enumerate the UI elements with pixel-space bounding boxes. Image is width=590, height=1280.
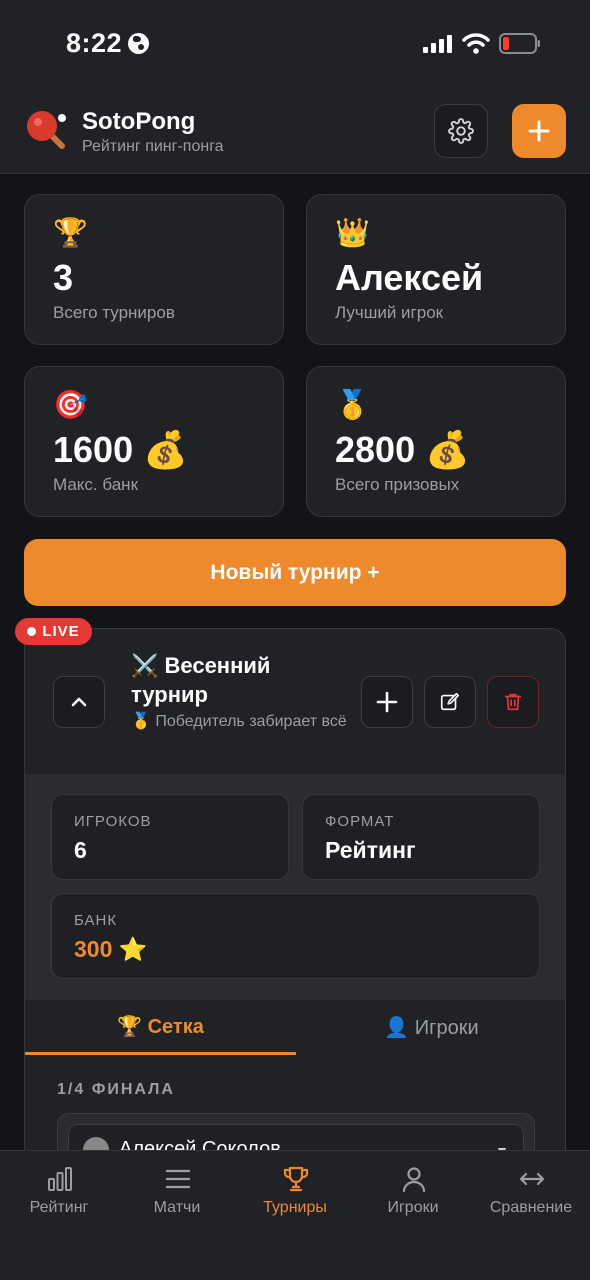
bar-chart-icon — [48, 1167, 72, 1191]
time-text: 8:22 — [66, 28, 123, 58]
tournament-info: ИГРОКОВ 6 ФОРМАТ Рейтинг БАНК 300 ⭐ — [25, 774, 565, 1000]
tab-players[interactable]: 👤 Игроки — [296, 1000, 565, 1055]
globe-icon — [128, 33, 150, 54]
edit-icon — [440, 692, 460, 711]
stat-value: 3 — [53, 257, 74, 298]
cellular-signal-icon — [423, 35, 452, 53]
tournament-card: ⚔️ Весенний турнир 🥇 Победитель забирает… — [24, 628, 566, 1168]
user-icon — [402, 1167, 426, 1193]
app-header: SotoPong Рейтинг пинг-понга — [0, 88, 590, 174]
stat-card-best-player: 👑 Алексей Лучший игрок — [306, 194, 566, 345]
app-subtitle: Рейтинг пинг-понга — [82, 138, 224, 155]
nav-item-matches[interactable]: Матчи — [118, 1151, 236, 1241]
trash-icon — [504, 693, 522, 711]
players-value: 6 — [74, 837, 87, 863]
status-bar: 8:22 — [0, 0, 590, 88]
stat-card-total-tournaments: 🏆 3 Всего турниров — [24, 194, 284, 345]
plus-icon — [376, 691, 398, 713]
nav-label: Турниры — [263, 1199, 327, 1216]
tournament-title: ⚔️ Весенний турнир — [131, 653, 271, 707]
format-label: ФОРМАТ — [325, 813, 395, 830]
nav-item-tournaments[interactable]: Турниры — [236, 1151, 354, 1241]
stat-label: Лучший игрок — [335, 303, 444, 322]
nav-item-players[interactable]: Игроки — [354, 1151, 472, 1241]
nav-label: Матчи — [153, 1199, 201, 1216]
wifi-icon — [462, 33, 490, 54]
delete-tournament-button[interactable] — [487, 676, 539, 728]
target-icon: 🎯 — [53, 389, 88, 420]
players-count-box: ИГРОКОВ 6 — [51, 794, 289, 880]
trophy-icon — [283, 1166, 309, 1192]
collapse-button[interactable] — [53, 676, 105, 728]
bottom-nav: Рейтинг Матчи Турниры Игроки Сравнение — [0, 1150, 590, 1280]
settings-button[interactable] — [434, 104, 488, 158]
format-value: Рейтинг — [325, 837, 416, 863]
format-box: ФОРМАТ Рейтинг — [302, 794, 540, 880]
trophy-icon: 🏆 — [53, 217, 88, 248]
crown-icon: 👑 — [335, 217, 370, 248]
bank-value: 300 ⭐ — [74, 936, 148, 962]
battery-low-icon — [499, 33, 540, 54]
menu-icon — [165, 1169, 191, 1189]
medal-icon: 🥇 — [335, 389, 370, 420]
live-dot-icon — [27, 627, 37, 636]
live-label: LIVE — [42, 623, 80, 640]
stat-label: Всего призовых — [335, 475, 460, 494]
nav-label: Игроки — [387, 1199, 439, 1216]
live-badge: LIVE — [15, 618, 92, 645]
edit-tournament-button[interactable] — [424, 676, 476, 728]
tournament-subtitle: 🥇 Победитель забирает всё — [131, 713, 347, 730]
players-label: ИГРОКОВ — [74, 813, 152, 830]
nav-item-rating[interactable]: Рейтинг — [0, 1151, 118, 1241]
stat-label: Всего турниров — [53, 303, 175, 322]
chevron-up-icon — [71, 697, 87, 707]
stat-value: 2800 💰 — [335, 429, 470, 470]
status-time: 8:22 — [66, 28, 150, 59]
add-player-button[interactable] — [361, 676, 413, 728]
bank-box: БАНК 300 ⭐ — [51, 893, 540, 979]
nav-label: Рейтинг — [29, 1199, 89, 1216]
ping-pong-paddle-icon — [27, 111, 66, 149]
nav-label: Сравнение — [489, 1199, 573, 1216]
bank-label: БАНК — [74, 912, 118, 929]
plus-icon — [528, 120, 550, 142]
stat-value: 1600 💰 — [53, 429, 188, 470]
stat-label: Макс. банк — [53, 475, 139, 494]
add-button[interactable] — [512, 104, 566, 158]
new-tournament-button[interactable]: Новый турнир + — [24, 539, 566, 606]
stat-card-total-prizes: 🥇 2800 💰 Всего призовых — [306, 366, 566, 517]
round-label: 1/4 ФИНАЛА — [57, 1081, 175, 1098]
nav-item-compare[interactable]: Сравнение — [472, 1151, 590, 1241]
stat-card-max-bank: 🎯 1600 💰 Макс. банк — [24, 366, 284, 517]
stat-value: Алексей — [335, 257, 484, 298]
gear-icon — [448, 118, 474, 144]
tournament-tabs: 🏆 Сетка 👤 Игроки — [25, 1000, 565, 1055]
app-title: SotoPong — [82, 108, 196, 135]
compare-arrows-icon — [519, 1172, 545, 1186]
tab-bracket[interactable]: 🏆 Сетка — [25, 1000, 296, 1055]
